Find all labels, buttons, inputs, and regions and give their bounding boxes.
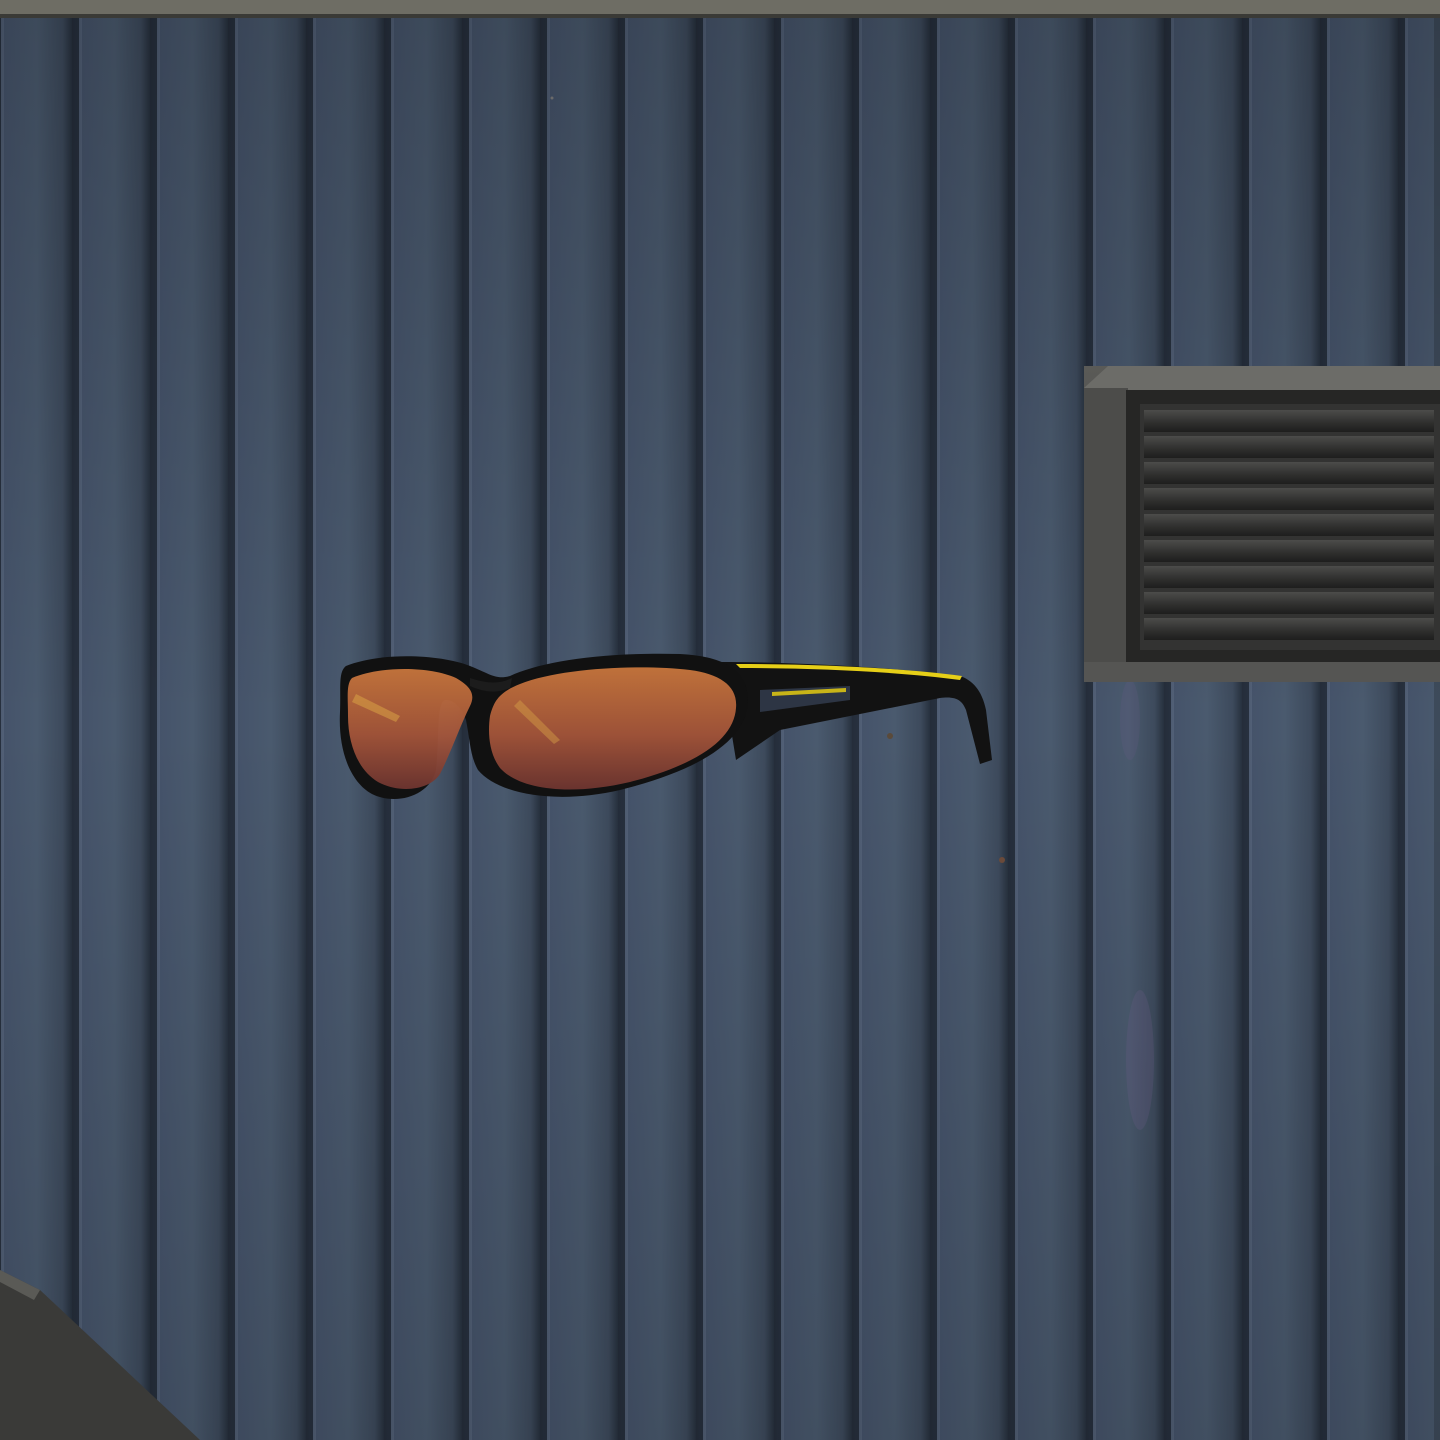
vent-slats: [1144, 410, 1434, 640]
scene-canvas: [0, 0, 1440, 1440]
wall-vent: [1084, 366, 1440, 682]
game-scene: [0, 0, 1440, 1440]
top-trim: [0, 0, 1440, 18]
